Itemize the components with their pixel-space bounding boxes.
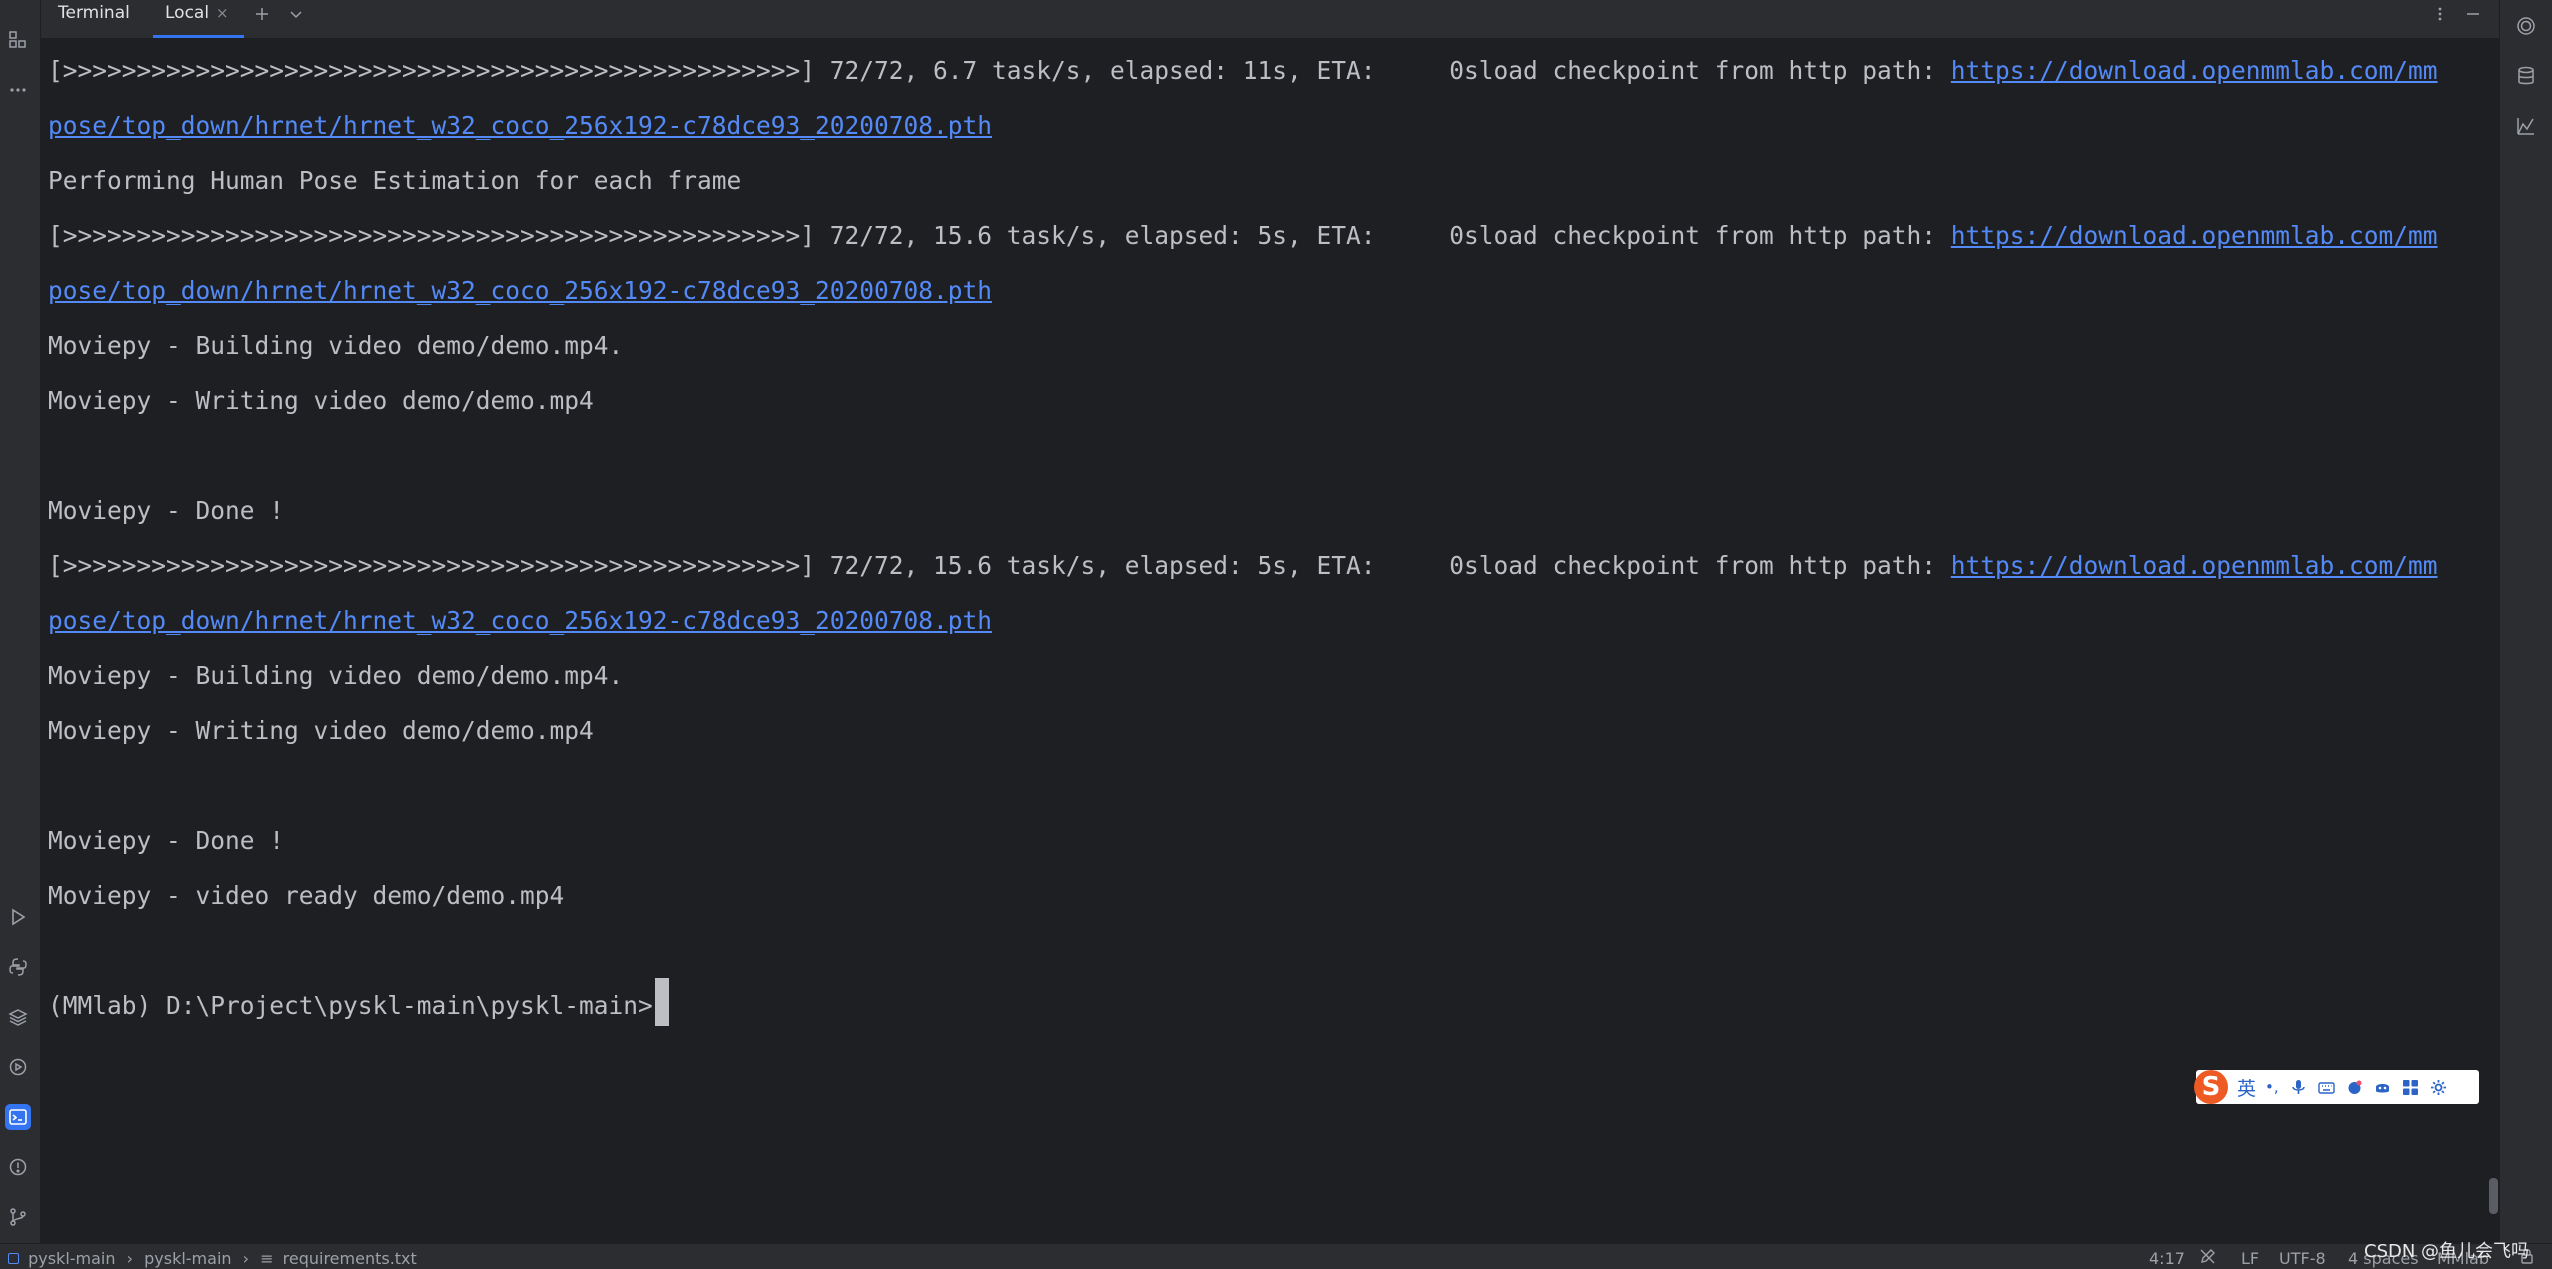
more-options-icon[interactable] <box>2428 2 2452 26</box>
terminal-cursor <box>654 978 669 1026</box>
checkpoint-link[interactable]: pose/top_down/hrnet/hrnet_w32_coco_256x1… <box>48 276 992 305</box>
ai-assistant-icon[interactable] <box>2513 13 2539 39</box>
terminal-header: Terminal Local × <box>41 0 2499 39</box>
terminal-output[interactable]: [>>>>>>>>>>>>>>>>>>>>>>>>>>>>>>>>>>>>>>>… <box>48 40 2482 1240</box>
breadcrumb-separator: › <box>242 1249 250 1268</box>
more-tools-icon[interactable] <box>5 77 31 103</box>
terminal-line-text: Moviepy - Building video demo/demo.mp4. <box>48 661 624 690</box>
services-icon[interactable] <box>5 1054 31 1080</box>
terminal-line: Moviepy - Writing video demo/demo.mp4 <box>48 700 2482 755</box>
tab-local[interactable]: Local × <box>153 0 244 38</box>
terminal-line: Performing Human Pose Estimation for eac… <box>48 150 2482 205</box>
terminal-line: Moviepy - Done ! <box>48 810 2482 865</box>
terminal-line: Moviepy - Building video demo/demo.mp4. <box>48 645 2482 700</box>
scrollbar[interactable] <box>2489 1178 2498 1214</box>
layers-icon[interactable] <box>5 1004 31 1030</box>
terminal-line-text: Moviepy - Writing video demo/demo.mp4 <box>48 386 594 415</box>
terminal-line-text: Moviepy - video ready demo/demo.mp4 <box>48 881 565 910</box>
close-icon[interactable]: × <box>216 4 229 22</box>
git-icon[interactable] <box>5 1204 31 1230</box>
emoji-icon[interactable] <box>2374 1079 2391 1096</box>
terminal-line: Moviepy - video ready demo/demo.mp4 <box>48 865 2482 920</box>
terminal-line-text: Moviepy - Writing video demo/demo.mp4 <box>48 716 594 745</box>
file-icon: ≡ <box>260 1249 274 1268</box>
checkpoint-link[interactable]: https://download.openmmlab.com/mm <box>1951 551 2438 580</box>
checkpoint-link[interactable]: https://download.openmmlab.com/mm <box>1951 221 2438 250</box>
terminal-line-text: Moviepy - Done ! <box>48 826 285 855</box>
status-bar: pyskl-main › pyskl-main › ≡ requirements… <box>0 1243 2552 1269</box>
terminal-line: pose/top_down/hrnet/hrnet_w32_coco_256x1… <box>48 95 2482 150</box>
breadcrumb-project[interactable]: pyskl-main <box>28 1249 115 1268</box>
line-ending[interactable]: LF <box>2241 1249 2259 1268</box>
module-icon <box>8 1253 19 1264</box>
terminal-line-text: Moviepy - Building video demo/demo.mp4. <box>48 331 624 360</box>
database-icon[interactable] <box>2513 63 2539 89</box>
new-tab-button[interactable] <box>250 2 274 26</box>
breadcrumb-folder[interactable]: pyskl-main <box>144 1249 231 1268</box>
ime-language-toggle[interactable]: 英 <box>2237 1074 2256 1101</box>
left-tool-stripe <box>0 0 41 1243</box>
ime-toolbar[interactable]: S 英 •, <box>2194 1070 2479 1104</box>
breadcrumb: pyskl-main › pyskl-main › ≡ requirements… <box>8 1249 417 1268</box>
run-icon[interactable] <box>5 904 31 930</box>
terminal-line-text: Performing Human Pose Estimation for eac… <box>48 166 742 195</box>
terminal-line-text: (MMlab) D:\Project\pyskl-main\pyskl-main… <box>48 991 653 1020</box>
breadcrumb-separator: › <box>126 1249 134 1268</box>
terminal-line-text: [>>>>>>>>>>>>>>>>>>>>>>>>>>>>>>>>>>>>>>>… <box>48 56 1951 85</box>
terminal-line: Moviepy - Done ! <box>48 480 2482 535</box>
caret-position[interactable]: 4:17 <box>2149 1249 2185 1268</box>
terminal-line: [>>>>>>>>>>>>>>>>>>>>>>>>>>>>>>>>>>>>>>>… <box>48 40 2482 95</box>
right-tool-stripe <box>2499 0 2552 1243</box>
structure-icon[interactable] <box>5 27 31 53</box>
chevron-down-icon[interactable] <box>284 2 308 26</box>
ime-punctuation-toggle[interactable]: •, <box>2265 1078 2279 1096</box>
terminal-line: pose/top_down/hrnet/hrnet_w32_coco_256x1… <box>48 260 2482 315</box>
watermark: CSDN @鱼儿会飞吗 <box>2364 1241 2530 1262</box>
problems-icon[interactable] <box>5 1154 31 1180</box>
tab-label: Local <box>165 3 210 23</box>
sogou-logo-icon: S <box>2194 1070 2228 1104</box>
terminal-line: (MMlab) D:\Project\pyskl-main\pyskl-main… <box>48 975 2482 1030</box>
skin-icon[interactable] <box>2346 1079 2363 1096</box>
readonly-pencil-icon[interactable] <box>2199 1248 2216 1269</box>
checkpoint-link[interactable]: pose/top_down/hrnet/hrnet_w32_coco_256x1… <box>48 111 992 140</box>
microphone-icon[interactable] <box>2290 1079 2307 1096</box>
python-console-icon[interactable] <box>5 954 31 980</box>
tool-window-title: Terminal <box>58 3 130 23</box>
terminal-line: pose/top_down/hrnet/hrnet_w32_coco_256x1… <box>48 590 2482 645</box>
terminal-line-text: [>>>>>>>>>>>>>>>>>>>>>>>>>>>>>>>>>>>>>>>… <box>48 551 1951 580</box>
terminal-icon[interactable] <box>5 1104 31 1130</box>
terminal-line-text: Moviepy - Done ! <box>48 496 285 525</box>
minimize-icon[interactable] <box>2461 2 2485 26</box>
terminal-line: Moviepy - Building video demo/demo.mp4. <box>48 315 2482 370</box>
terminal-line-text: [>>>>>>>>>>>>>>>>>>>>>>>>>>>>>>>>>>>>>>>… <box>48 221 1951 250</box>
terminal-line: [>>>>>>>>>>>>>>>>>>>>>>>>>>>>>>>>>>>>>>>… <box>48 205 2482 260</box>
keyboard-icon[interactable] <box>2317 1079 2335 1096</box>
terminal-line: [>>>>>>>>>>>>>>>>>>>>>>>>>>>>>>>>>>>>>>>… <box>48 535 2482 590</box>
toolbox-icon[interactable] <box>2402 1079 2419 1096</box>
terminal-line: Moviepy - Writing video demo/demo.mp4 <box>48 370 2482 425</box>
checkpoint-link[interactable]: https://download.openmmlab.com/mm <box>1951 56 2438 85</box>
breadcrumb-file[interactable]: requirements.txt <box>283 1249 417 1268</box>
sciview-icon[interactable] <box>2513 113 2539 139</box>
checkpoint-link[interactable]: pose/top_down/hrnet/hrnet_w32_coco_256x1… <box>48 606 992 635</box>
settings-gear-icon[interactable] <box>2430 1079 2447 1096</box>
file-encoding[interactable]: UTF-8 <box>2279 1249 2326 1268</box>
